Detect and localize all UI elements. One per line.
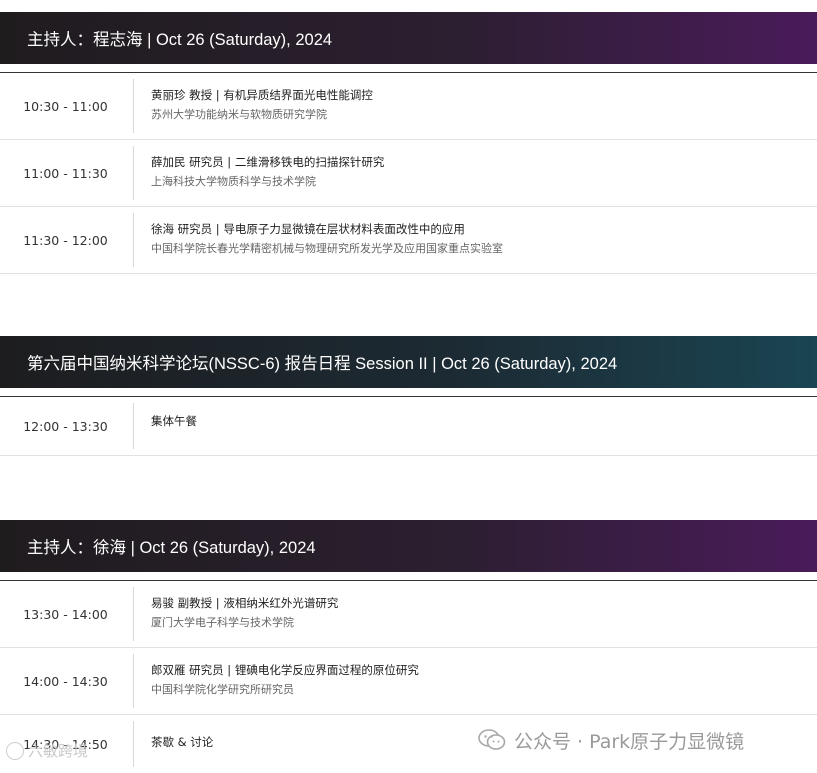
session-header-text: 主持人：程志海 | Oct 26 (Saturday), 2024 — [27, 31, 333, 49]
schedule-row: 11:00 - 11:30 薛加民 研究员 | 二维滑移铁电的扫描探针研究 上海… — [0, 140, 817, 207]
talk-institution: 厦门大学电子科学与技术学院 — [151, 616, 294, 629]
talk-institution: 苏州大学功能纳米与软物质研究学院 — [151, 108, 327, 121]
session-1: 主持人：程志海 | Oct 26 (Saturday), 2024 10:30 … — [0, 12, 817, 274]
talk-info: 集体午餐 — [134, 397, 197, 455]
time-slot: 12:00 - 13:30 — [23, 418, 108, 434]
schedule-row: 10:30 - 11:00 黄丽珍 教授 | 有机异质结界面光电性能调控 苏州大… — [0, 73, 817, 140]
schedule-row: 14:00 - 14:30 郎双雁 研究员 | 锂碘电化学反应界面过程的原位研究… — [0, 648, 817, 715]
talk-info: 茶歇 & 讨论 — [134, 715, 213, 773]
talk-institution: 中国科学院长春光学精密机械与物理研究所发光学及应用国家重点实验室 — [151, 242, 503, 255]
time-slot: 11:00 - 11:30 — [23, 165, 108, 181]
corner-watermark: 六敏跨境 — [6, 740, 88, 761]
time-slot: 11:30 - 12:00 — [23, 232, 108, 248]
time-slot: 10:30 - 11:00 — [23, 98, 108, 114]
talk-title: 薛加民 研究员 | 二维滑移铁电的扫描探针研究 — [151, 155, 385, 169]
talk-info: 郎双雁 研究员 | 锂碘电化学反应界面过程的原位研究 中国科学院化学研究所研究员 — [134, 648, 419, 714]
session-2: 第六届中国纳米科学论坛(NSSC-6) 报告日程 Session II | Oc… — [0, 336, 817, 456]
talk-title: 集体午餐 — [151, 414, 197, 428]
schedule-row: 13:30 - 14:00 易骏 副教授 | 液相纳米红外光谱研究 厦门大学电子… — [0, 581, 817, 648]
watermark-logo-icon — [6, 741, 24, 760]
talk-info: 徐海 研究员 | 导电原子力显微镜在层状材料表面改性中的应用 中国科学院长春光学… — [134, 207, 503, 273]
talk-info: 黄丽珍 教授 | 有机异质结界面光电性能调控 苏州大学功能纳米与软物质研究学院 — [134, 73, 373, 139]
session-header-text: 第六届中国纳米科学论坛(NSSC-6) 报告日程 Session II | Oc… — [27, 355, 618, 373]
wechat-icon — [478, 729, 506, 750]
schedule-row: 11:30 - 12:00 徐海 研究员 | 导电原子力显微镜在层状材料表面改性… — [0, 207, 817, 274]
talk-institution: 上海科技大学物质科学与技术学院 — [151, 175, 316, 188]
talk-info: 易骏 副教授 | 液相纳米红外光谱研究 厦门大学电子科学与技术学院 — [134, 581, 338, 647]
session-header: 主持人：徐海 | Oct 26 (Saturday), 2024 — [0, 520, 817, 572]
time-slot: 13:30 - 14:00 — [23, 606, 108, 622]
session-header: 第六届中国纳米科学论坛(NSSC-6) 报告日程 Session II | Oc… — [0, 336, 817, 388]
talk-institution: 中国科学院化学研究所研究员 — [151, 683, 294, 696]
talk-info: 薛加民 研究员 | 二维滑移铁电的扫描探针研究 上海科技大学物质科学与技术学院 — [134, 140, 384, 206]
time-slot: 14:00 - 14:30 — [23, 673, 108, 689]
talk-title: 徐海 研究员 | 导电原子力显微镜在层状材料表面改性中的应用 — [151, 222, 465, 236]
talk-title: 郎双雁 研究员 | 锂碘电化学反应界面过程的原位研究 — [151, 663, 419, 677]
schedule-row: 12:00 - 13:30 集体午餐 — [0, 397, 817, 456]
talk-title: 黄丽珍 教授 | 有机异质结界面光电性能调控 — [151, 88, 373, 102]
talk-title: 茶歇 & 讨论 — [151, 735, 214, 749]
session-header: 主持人：程志海 | Oct 26 (Saturday), 2024 — [0, 12, 817, 64]
wechat-watermark: 公众号 · Park原子力显微镜 — [478, 724, 798, 756]
corner-watermark-text: 六敏跨境 — [28, 742, 89, 760]
session-header-text: 主持人：徐海 | Oct 26 (Saturday), 2024 — [27, 539, 316, 557]
watermark-text: 公众号 · Park原子力显微镜 — [514, 730, 745, 753]
talk-title: 易骏 副教授 | 液相纳米红外光谱研究 — [151, 596, 339, 610]
